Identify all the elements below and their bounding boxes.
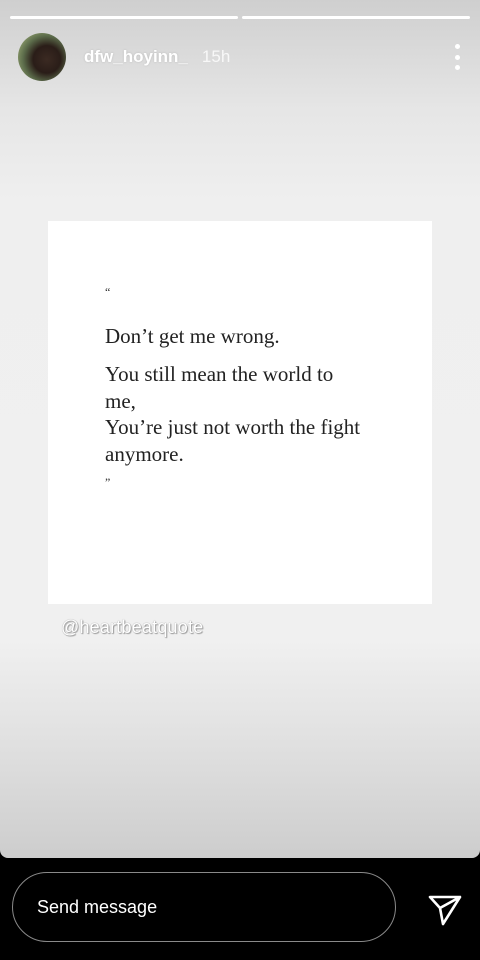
progress-segment-2 (242, 16, 470, 19)
quote-body: You still mean the world to me, You’re j… (105, 361, 405, 467)
send-message-placeholder: Send message (37, 896, 158, 917)
progress-segment-2-fill (242, 16, 470, 19)
avatar[interactable] (18, 33, 66, 81)
quote-body-line: You’re just not worth the fight (105, 415, 361, 439)
dot (454, 44, 460, 49)
story-header: dfw_hoyinn_ 15h (18, 33, 462, 81)
quote-body-line: anymore. (105, 441, 184, 466)
progress-segment-1 (10, 16, 238, 19)
quote-card: “ Don’t get me wrong. You still mean the… (48, 221, 432, 604)
post-time: 15h (201, 47, 231, 66)
progress-segment-1-fill (10, 16, 238, 19)
quote-body-line: You still mean the world to (105, 362, 334, 386)
quote-text: “ Don’t get me wrong. You still mean the… (105, 285, 405, 489)
quote-body-line: me, (105, 388, 136, 413)
open-quote-mark: “ (105, 285, 111, 299)
credit-mention[interactable]: @heartbeatquote (61, 617, 203, 638)
story-progress-bar (10, 16, 470, 19)
dot (454, 65, 460, 70)
paper-plane-icon[interactable] (424, 888, 464, 928)
story-footer: Send message (0, 858, 480, 960)
more-vertical-icon[interactable] (450, 42, 464, 72)
send-message-input[interactable]: Send message (12, 872, 396, 942)
story-viewer[interactable]: dfw_hoyinn_ 15h “ Don’t get me wrong. Yo… (0, 0, 480, 858)
username[interactable]: dfw_hoyinn_ (84, 47, 188, 67)
quote-line-1: Don’t get me wrong. (105, 324, 280, 348)
close-quote-mark: ” (105, 475, 111, 489)
dot (454, 54, 460, 60)
